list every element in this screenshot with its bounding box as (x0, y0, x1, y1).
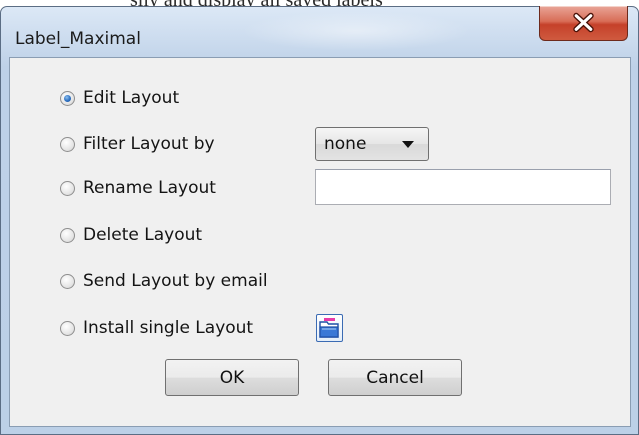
install-layout-browse-button[interactable] (316, 314, 343, 342)
filter-layout-select-value: none (324, 134, 367, 154)
option-filter-layout[interactable]: Filter Layout by (60, 131, 215, 157)
option-send-layout-email-label: Send Layout by email (83, 271, 268, 291)
titlebar-glow (241, 11, 471, 51)
radio-filter-layout[interactable] (60, 136, 75, 152)
option-edit-layout[interactable]: Edit Layout (60, 85, 179, 111)
option-delete-layout[interactable]: Delete Layout (60, 222, 202, 248)
option-rename-layout-label: Rename Layout (83, 178, 216, 198)
option-install-layout[interactable]: Install single Layout (60, 315, 253, 341)
cancel-button[interactable]: Cancel (328, 359, 462, 396)
radio-rename-layout[interactable] (60, 180, 75, 196)
option-filter-layout-label: Filter Layout by (83, 134, 215, 154)
window-title: Label_Maximal (15, 29, 141, 49)
option-install-layout-label: Install single Layout (83, 318, 254, 338)
folder-open-icon (319, 318, 339, 338)
option-rename-layout[interactable]: Rename Layout (60, 175, 216, 201)
option-edit-layout-label: Edit Layout (83, 88, 180, 108)
radio-send-layout-email[interactable] (60, 273, 75, 289)
dialog-client-area: Edit Layout Filter Layout by Rename Layo… (9, 57, 631, 427)
dialog-window: Label_Maximal Edit Layout Filter Layout … (0, 6, 639, 435)
ok-button[interactable]: OK (165, 359, 299, 396)
filter-layout-select[interactable]: none (315, 127, 429, 161)
close-button[interactable] (539, 6, 628, 41)
radio-delete-layout[interactable] (60, 227, 75, 243)
chevron-down-icon (402, 141, 414, 148)
option-delete-layout-label: Delete Layout (83, 225, 203, 245)
radio-install-layout[interactable] (60, 320, 75, 336)
radio-edit-layout[interactable] (60, 90, 75, 106)
close-icon (573, 12, 594, 33)
screen: sily and display all saved labels Label_… (0, 0, 639, 435)
option-send-layout-email[interactable]: Send Layout by email (60, 268, 268, 294)
rename-layout-input[interactable] (315, 169, 611, 205)
